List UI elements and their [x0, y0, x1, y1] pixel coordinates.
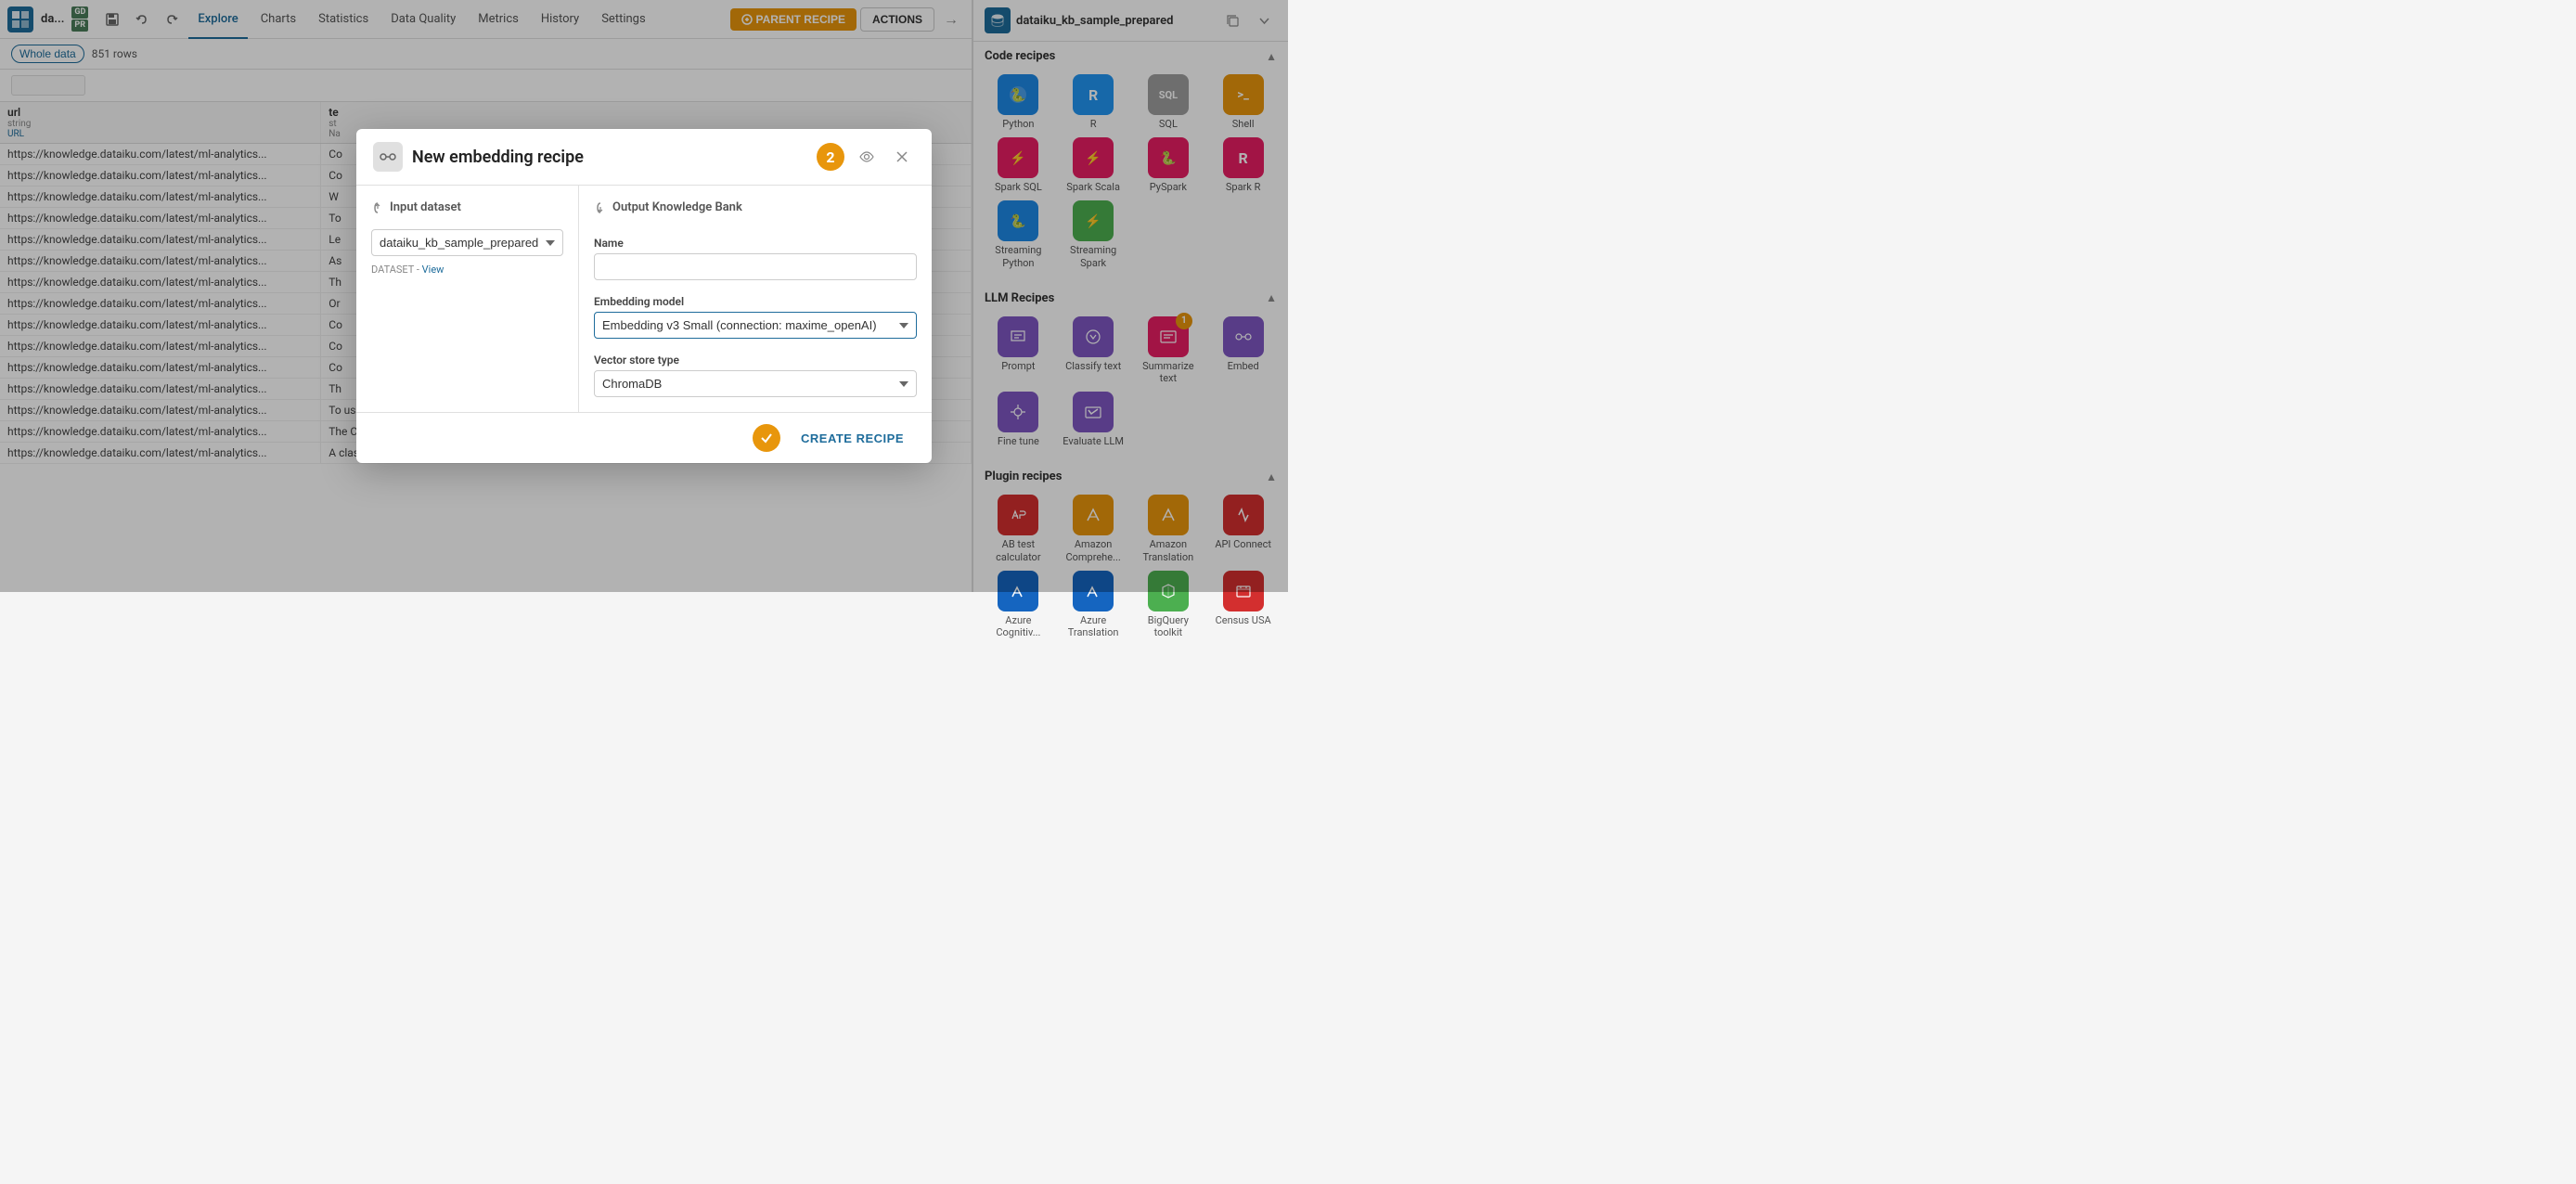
view-link[interactable]: View	[422, 264, 444, 276]
vector-store-group: Vector store type ChromaDB	[594, 354, 917, 397]
name-field-input[interactable]	[594, 253, 917, 280]
vector-store-label: Vector store type	[594, 354, 917, 367]
modal-body: Input dataset dataiku_kb_sample_prepared…	[356, 186, 932, 412]
embedding-model-select[interactable]: Embedding v3 Small (connection: maxime_o…	[594, 312, 917, 339]
input-dataset-label: Input dataset	[371, 200, 563, 214]
input-dataset-select-wrapper: dataiku_kb_sample_prepared	[371, 229, 563, 256]
modal-left-panel: Input dataset dataiku_kb_sample_prepared…	[356, 186, 579, 412]
create-step-badge	[753, 424, 780, 452]
vector-store-select[interactable]: ChromaDB	[594, 370, 917, 397]
modal-header: New embedding recipe 2	[356, 129, 932, 186]
name-field-group: Name	[594, 237, 917, 280]
input-dataset-sub: DATASET - View	[371, 264, 563, 276]
vector-store-select-wrapper: ChromaDB	[594, 370, 917, 397]
modal-overlay[interactable]: New embedding recipe 2	[0, 0, 1288, 592]
embedding-model-group: Embedding model Embedding v3 Small (conn…	[594, 295, 917, 339]
output-kb-label: Output Knowledge Bank	[594, 200, 917, 214]
create-recipe-button[interactable]: CREATE RECIPE	[790, 426, 915, 451]
embedding-model-select-wrapper: Embedding v3 Small (connection: maxime_o…	[594, 312, 917, 339]
modal-step-badge: 2	[817, 143, 844, 171]
modal-footer: CREATE RECIPE	[356, 412, 932, 463]
embedding-model-label: Embedding model	[594, 295, 917, 308]
modal-close-button[interactable]	[889, 144, 915, 170]
embedding-recipe-modal: New embedding recipe 2	[356, 129, 932, 463]
modal-title: New embedding recipe	[412, 148, 807, 167]
modal-eye-button[interactable]	[854, 144, 880, 170]
name-field-label: Name	[594, 237, 917, 250]
input-dataset-select[interactable]: dataiku_kb_sample_prepared	[371, 229, 563, 256]
modal-recipe-icon	[373, 142, 403, 172]
modal-right-panel: Output Knowledge Bank Name Embedding mod…	[579, 186, 932, 412]
